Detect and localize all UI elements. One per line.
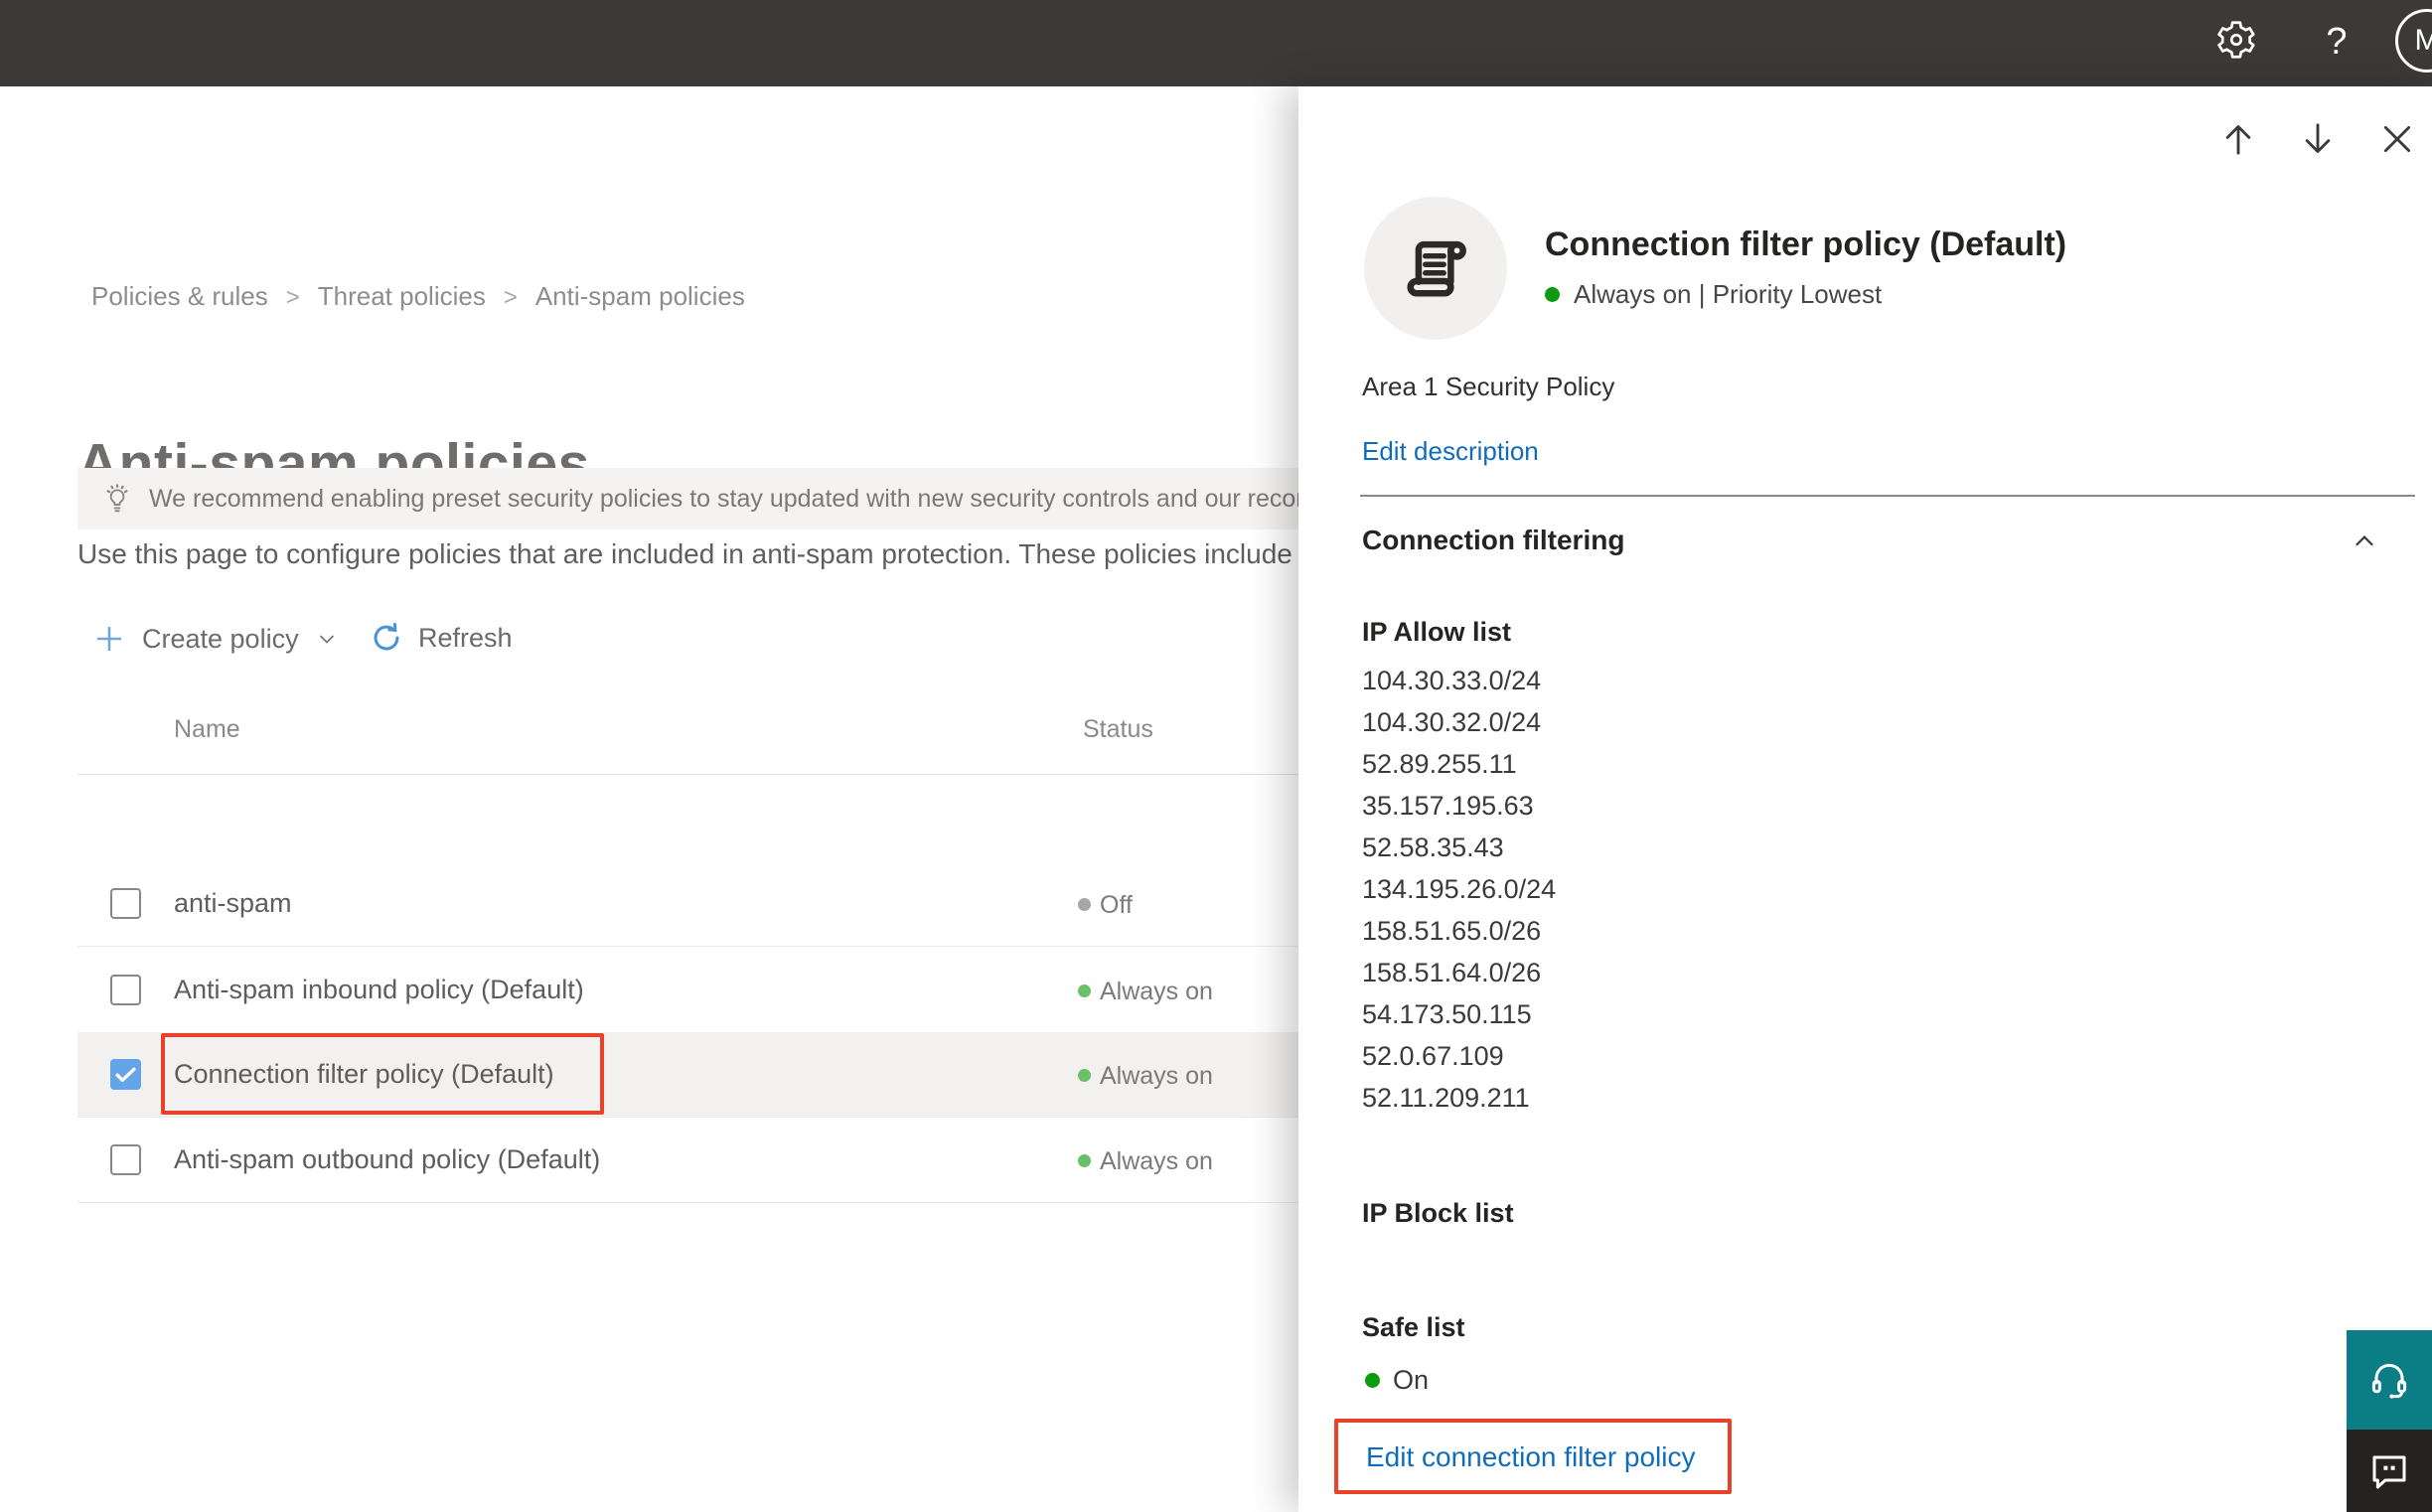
flyout-status: Always on | Priority Lowest	[1545, 279, 1882, 310]
scroll-policy-icon	[1407, 240, 1466, 297]
refresh-button[interactable]: Refresh	[369, 620, 513, 656]
refresh-icon	[369, 620, 404, 656]
edit-description-link[interactable]: Edit description	[1362, 436, 1539, 467]
safe-list-status: On	[1365, 1365, 1429, 1396]
row-name: anti-spam	[174, 888, 292, 918]
ip-entry: 104.30.32.0/24	[1362, 707, 1542, 737]
arrow-down-icon[interactable]	[2298, 119, 2338, 159]
ip-entry: 35.157.195.63	[1362, 791, 1534, 821]
support-button[interactable]	[2347, 1330, 2432, 1430]
status-on-dot	[1545, 287, 1560, 302]
row-name: Anti-spam outbound policy (Default)	[174, 1144, 601, 1174]
edit-connection-filter-policy-link[interactable]: Edit connection filter policy	[1366, 1441, 1696, 1473]
policy-avatar	[1364, 197, 1507, 340]
row-checkbox[interactable]	[110, 888, 141, 919]
feedback-button[interactable]	[2347, 1430, 2432, 1512]
banner-text: We recommend enabling preset security po…	[149, 484, 1298, 513]
ip-entry: 52.89.255.11	[1362, 749, 1517, 779]
row-checkbox[interactable]	[110, 1144, 141, 1175]
breadcrumb-policies-rules[interactable]: Policies & rules	[91, 281, 268, 311]
recommendation-banner: We recommend enabling preset security po…	[77, 468, 1298, 529]
top-app-bar: ? M	[0, 0, 2432, 86]
ip-entry: 52.0.67.109	[1362, 1041, 1504, 1071]
chevron-up-icon	[2350, 527, 2379, 556]
flyout-title: Connection filter policy (Default)	[1545, 226, 2067, 263]
status-dot	[1078, 1069, 1091, 1082]
table-row[interactable]: Anti-spam inbound policy (Default) Alway…	[77, 948, 1298, 1033]
safe-list-title: Safe list	[1362, 1312, 1465, 1342]
table-row[interactable]: anti-spam Off	[77, 861, 1298, 947]
table-row[interactable]: Connection filter policy (Default) Alway…	[77, 1032, 1298, 1118]
feedback-chat-icon	[2372, 1455, 2406, 1488]
account-avatar[interactable]: M	[2395, 9, 2432, 73]
ip-block-list-title: IP Block list	[1362, 1198, 1514, 1228]
ip-entry: 134.195.26.0/24	[1362, 874, 1557, 904]
annotation-box	[161, 1033, 604, 1115]
ip-entry: 52.11.209.211	[1362, 1083, 1530, 1113]
ip-allow-list-title: IP Allow list	[1362, 617, 1512, 647]
policy-details-flyout: Connection filter policy (Default) Alway…	[1298, 86, 2432, 1512]
column-header-name[interactable]: Name	[174, 715, 240, 744]
ip-allow-list: 104.30.33.0/24 104.30.32.0/24 52.89.255.11…	[1362, 660, 1556, 1119]
create-policy-button[interactable]: Create policy	[92, 622, 339, 656]
column-header-status[interactable]: Status	[1083, 715, 1153, 744]
row-checkbox[interactable]	[110, 1059, 141, 1090]
lightbulb-icon	[99, 481, 135, 517]
row-status: Always on	[1100, 1062, 1213, 1090]
row-status: Off	[1100, 891, 1133, 919]
status-dot	[1078, 898, 1091, 911]
status-dot	[1078, 984, 1091, 997]
chevron-down-icon	[315, 627, 339, 651]
row-status: Always on	[1100, 978, 1213, 1005]
page-description: Use this page to configure policies that…	[77, 538, 1292, 569]
connection-filtering-section-header[interactable]: Connection filtering	[1362, 525, 2415, 556]
breadcrumb-threat-policies[interactable]: Threat policies	[318, 281, 486, 311]
ip-entry: 52.58.35.43	[1362, 832, 1504, 862]
gear-icon[interactable]	[2214, 18, 2258, 62]
table-header-divider	[77, 774, 1298, 775]
table-row[interactable]: Anti-spam outbound policy (Default) Alwa…	[77, 1118, 1298, 1203]
row-name: Anti-spam inbound policy (Default)	[174, 975, 584, 1004]
close-icon[interactable]	[2377, 119, 2417, 159]
refresh-label: Refresh	[418, 622, 513, 653]
breadcrumb-separator: >	[285, 284, 300, 311]
create-policy-label: Create policy	[142, 623, 299, 654]
status-on-dot	[1365, 1373, 1380, 1388]
avatar-initial: M	[2414, 24, 2432, 57]
plus-icon	[92, 622, 126, 656]
toolbar: Create policy Refresh	[0, 613, 1298, 665]
section-title: Connection filtering	[1362, 525, 1625, 555]
headset-support-icon	[2371, 1363, 2407, 1399]
status-dot	[1078, 1154, 1091, 1167]
policy-owner: Area 1 Security Policy	[1362, 372, 1615, 401]
ip-entry: 54.173.50.115	[1362, 999, 1532, 1029]
flyout-status-text: Always on | Priority Lowest	[1574, 279, 1883, 309]
ip-entry: 158.51.65.0/26	[1362, 916, 1542, 946]
flyout-divider	[1360, 495, 2415, 497]
annotation-box-edit-link: Edit connection filter policy	[1334, 1419, 1732, 1494]
safe-list-status-text: On	[1393, 1365, 1430, 1395]
arrow-up-icon[interactable]	[2218, 119, 2258, 159]
ip-entry: 158.51.64.0/26	[1362, 958, 1542, 987]
row-checkbox[interactable]	[110, 975, 141, 1005]
breadcrumb: Policies & rules > Threat policies > Anti-sp…	[91, 281, 745, 312]
breadcrumb-anti-spam-policies[interactable]: Anti-spam policies	[535, 281, 745, 311]
breadcrumb-separator: >	[503, 284, 518, 311]
row-status: Always on	[1100, 1147, 1213, 1175]
help-icon[interactable]: ?	[2317, 16, 2356, 68]
ip-entry: 104.30.33.0/24	[1362, 666, 1542, 695]
